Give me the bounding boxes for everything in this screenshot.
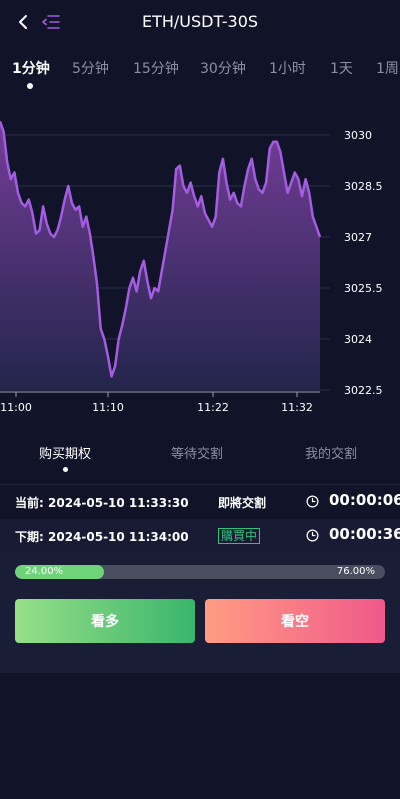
page-title: ETH/USDT-30S — [141, 12, 259, 31]
option-tabs: 购买期权 等待交割 我的交割 — [0, 440, 400, 476]
tab-my-deliveries[interactable]: 我的交割 — [305, 443, 357, 462]
tab-1hour[interactable]: 1小时 — [269, 58, 306, 78]
clock-icon — [306, 495, 319, 508]
tab-15min[interactable]: 15分钟 — [133, 58, 179, 78]
y-tick-label: 3025.5 — [344, 282, 383, 295]
status-badge: 購買中 — [218, 528, 261, 544]
current-period-info: 当前: 2024-05-10 11:33:30 — [15, 494, 189, 511]
current-label: 当前: — [15, 496, 44, 510]
y-tick-label: 3028.5 — [344, 180, 383, 193]
x-tick-label: 11:32 — [281, 401, 313, 414]
y-tick-label: 3024 — [344, 333, 372, 346]
tab-buy-options[interactable]: 购买期权 — [39, 443, 91, 462]
tab-1min[interactable]: 1分钟 — [12, 58, 50, 78]
current-period-row: 当前: 2024-05-10 11:33:30 即將交割 00:00:06 — [0, 485, 400, 519]
interval-tabs: 1分钟 5分钟 15分钟 30分钟 1小时 1天 1周 — [0, 56, 400, 90]
tab-1week[interactable]: 1周 — [376, 58, 399, 78]
y-tick-label: 3022.5 — [344, 384, 383, 397]
x-tick-label: 11:10 — [92, 401, 124, 414]
price-area — [0, 121, 320, 391]
long-share-label: 24.00% — [25, 566, 64, 577]
clock-icon — [306, 529, 319, 542]
current-time: 2024-05-10 11:33:30 — [48, 496, 189, 510]
tab-1day[interactable]: 1天 — [330, 58, 353, 78]
short-share-label: 76.00% — [336, 566, 375, 577]
next-label: 下期: — [15, 530, 44, 544]
current-countdown: 00:00:06 — [329, 491, 400, 509]
active-subtab-indicator — [63, 467, 68, 472]
x-tick-label: 11:22 — [197, 401, 229, 414]
y-tick-label: 3030 — [344, 129, 372, 142]
next-countdown: 00:00:36 — [329, 525, 400, 543]
next-time: 2024-05-10 11:34:00 — [48, 530, 189, 544]
price-chart[interactable]: 3030 3028.5 3027 3025.5 3024 3022.5 11:00 11:10… — [0, 100, 400, 420]
active-tab-indicator — [27, 83, 33, 89]
next-period-row: 下期: 2024-05-10 11:34:00 購買中 00:00:36 — [0, 519, 400, 553]
sentiment-bar: 24.00% 76.00% — [15, 565, 385, 579]
current-status: 即將交割 — [218, 496, 267, 510]
next-period-info: 下期: 2024-05-10 11:34:00 — [15, 528, 189, 545]
tab-30min[interactable]: 30分钟 — [200, 58, 246, 78]
x-tick-label: 11:00 — [0, 401, 32, 414]
tab-5min[interactable]: 5分钟 — [72, 58, 109, 78]
buy-long-button[interactable]: 看多 — [15, 599, 195, 643]
header: ETH/USDT-30S — [0, 0, 400, 44]
buy-short-button[interactable]: 看空 — [205, 599, 385, 643]
trade-panel: 24.00% 76.00% 看多 看空 — [0, 553, 400, 673]
tab-pending-delivery[interactable]: 等待交割 — [171, 443, 223, 462]
y-tick-label: 3027 — [344, 231, 372, 244]
